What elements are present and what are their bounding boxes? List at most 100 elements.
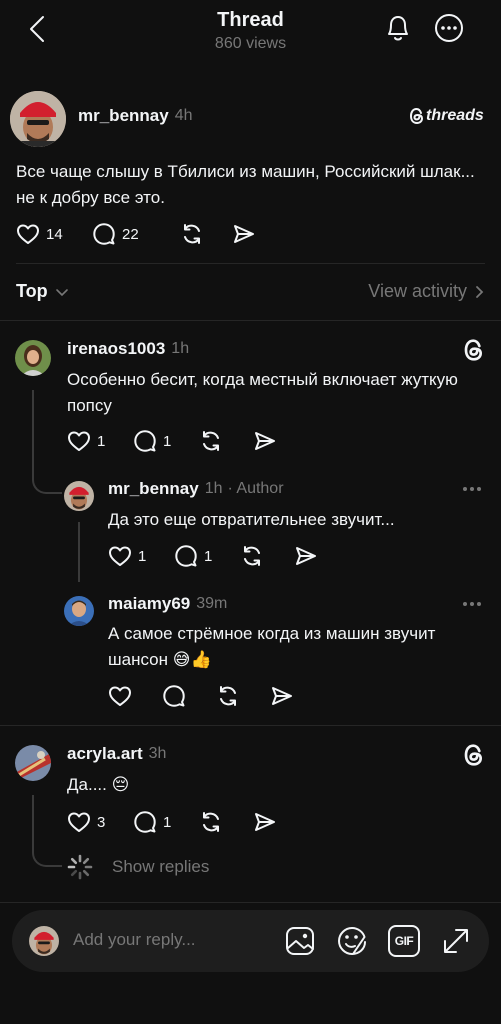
reply-more-button[interactable] bbox=[463, 487, 481, 491]
header-title-group: Thread 860 views bbox=[0, 8, 501, 54]
threads-logo-icon bbox=[464, 744, 482, 766]
avatar[interactable] bbox=[10, 91, 66, 147]
view-activity-label: View activity bbox=[368, 281, 467, 301]
reply-input[interactable]: Add your reply... bbox=[73, 930, 273, 950]
avatar-image bbox=[64, 481, 94, 511]
post-author-row: mr_bennay 4h bbox=[78, 106, 193, 126]
repost-icon bbox=[184, 224, 200, 244]
share-button[interactable] bbox=[253, 810, 277, 834]
post-actions: 14 22 bbox=[16, 222, 256, 246]
reply-author-row: mr_bennay 1h · Author bbox=[108, 479, 284, 499]
comment-button[interactable]: 1 bbox=[133, 810, 199, 834]
avatar-image bbox=[15, 340, 51, 376]
divider bbox=[0, 725, 501, 726]
page-title: Thread bbox=[217, 9, 284, 31]
like-button[interactable]: 1 bbox=[108, 545, 174, 567]
heart-icon bbox=[17, 224, 39, 244]
sort-dropdown[interactable]: Top bbox=[16, 281, 70, 302]
notifications-button[interactable] bbox=[384, 13, 412, 43]
sticker-icon bbox=[338, 927, 366, 955]
comment-icon bbox=[175, 545, 197, 567]
comment-count: 22 bbox=[122, 225, 139, 243]
heart-icon bbox=[68, 812, 90, 832]
like-button[interactable] bbox=[108, 685, 162, 707]
like-button[interactable]: 3 bbox=[67, 811, 133, 833]
reply-text: Да это еще отвратительнее звучит... bbox=[108, 510, 395, 529]
repost-button[interactable] bbox=[180, 222, 232, 246]
comment-button[interactable]: 1 bbox=[133, 429, 199, 453]
heart-icon bbox=[68, 431, 90, 451]
avatar-image bbox=[64, 596, 94, 626]
reply-username[interactable]: acryla.art bbox=[67, 744, 143, 764]
like-button[interactable]: 1 bbox=[67, 430, 133, 452]
repost-button[interactable] bbox=[216, 684, 270, 708]
show-replies-button[interactable]: Show replies bbox=[67, 854, 209, 880]
share-button[interactable] bbox=[270, 684, 294, 708]
reply-author-row: irenaos1003 1h bbox=[67, 339, 189, 359]
comment-count: 1 bbox=[163, 432, 172, 450]
reply-username[interactable]: mr_bennay bbox=[108, 479, 199, 499]
repost-icon bbox=[203, 812, 219, 832]
thread-line-curve bbox=[32, 470, 62, 494]
avatar[interactable] bbox=[64, 481, 94, 511]
more-options-button[interactable] bbox=[434, 13, 464, 43]
threads-wordmark: threads bbox=[426, 107, 484, 124]
reply-text: Особенно бесит, когда местный включает ж… bbox=[67, 370, 458, 415]
like-count: 3 bbox=[97, 813, 106, 831]
reply-username[interactable]: maiamy69 bbox=[108, 594, 190, 614]
repost-button[interactable] bbox=[199, 429, 253, 453]
reply-time: 39m bbox=[196, 595, 228, 612]
thread-line bbox=[32, 390, 34, 480]
reply-time: 1h bbox=[204, 480, 223, 497]
share-button[interactable] bbox=[253, 429, 277, 453]
reply-text: Да.... 😔 bbox=[67, 775, 130, 794]
add-sticker-button[interactable] bbox=[336, 925, 368, 957]
reply-more-button[interactable] bbox=[463, 602, 481, 606]
view-activity-link[interactable]: View activity bbox=[368, 281, 485, 302]
avatar-image bbox=[29, 926, 59, 956]
comment-button[interactable]: 1 bbox=[174, 544, 240, 568]
more-circle-icon bbox=[435, 14, 463, 42]
post-text: Все чаще слышу в Тбилиси из машин, Росси… bbox=[16, 162, 475, 207]
threads-brand: threads bbox=[409, 107, 484, 125]
send-icon bbox=[272, 687, 292, 705]
reply-actions: 1 1 bbox=[67, 429, 277, 453]
expand-icon bbox=[444, 929, 468, 953]
repost-button[interactable] bbox=[240, 544, 294, 568]
comment-icon bbox=[93, 223, 115, 245]
heart-icon bbox=[109, 686, 131, 706]
reply-actions: 1 1 bbox=[108, 544, 318, 568]
avatar[interactable] bbox=[15, 745, 51, 781]
loading-spinner-icon bbox=[67, 854, 93, 880]
threads-logo-button[interactable] bbox=[463, 743, 485, 767]
reply-author-row: acryla.art 3h bbox=[67, 744, 166, 764]
avatar-image bbox=[15, 745, 51, 781]
view-count: 860 views bbox=[214, 35, 287, 52]
add-gif-button[interactable]: GIF bbox=[388, 925, 420, 957]
gif-icon: GIF bbox=[394, 934, 414, 948]
divider bbox=[0, 320, 501, 321]
like-button[interactable]: 14 bbox=[16, 223, 92, 245]
reply-username[interactable]: irenaos1003 bbox=[67, 339, 165, 359]
post-username[interactable]: mr_bennay bbox=[78, 106, 169, 126]
comment-button[interactable]: 22 bbox=[92, 222, 180, 246]
repost-button[interactable] bbox=[199, 810, 253, 834]
post-time: 4h bbox=[174, 107, 193, 124]
expand-composer-button[interactable] bbox=[440, 925, 472, 957]
more-horizontal-icon bbox=[463, 487, 481, 491]
threads-logo-button[interactable] bbox=[463, 338, 485, 362]
more-horizontal-icon bbox=[463, 602, 481, 606]
send-icon bbox=[255, 432, 275, 450]
divider bbox=[0, 902, 501, 903]
avatar[interactable] bbox=[15, 340, 51, 376]
avatar-image bbox=[10, 91, 66, 147]
share-button[interactable] bbox=[232, 222, 256, 246]
avatar[interactable] bbox=[64, 596, 94, 626]
repost-icon bbox=[220, 686, 236, 706]
add-image-button[interactable] bbox=[284, 925, 316, 957]
author-tag: · Author bbox=[227, 480, 284, 497]
comment-icon bbox=[163, 685, 185, 707]
comment-button[interactable] bbox=[162, 684, 216, 708]
share-button[interactable] bbox=[294, 544, 318, 568]
chevron-right-icon bbox=[476, 285, 484, 298]
